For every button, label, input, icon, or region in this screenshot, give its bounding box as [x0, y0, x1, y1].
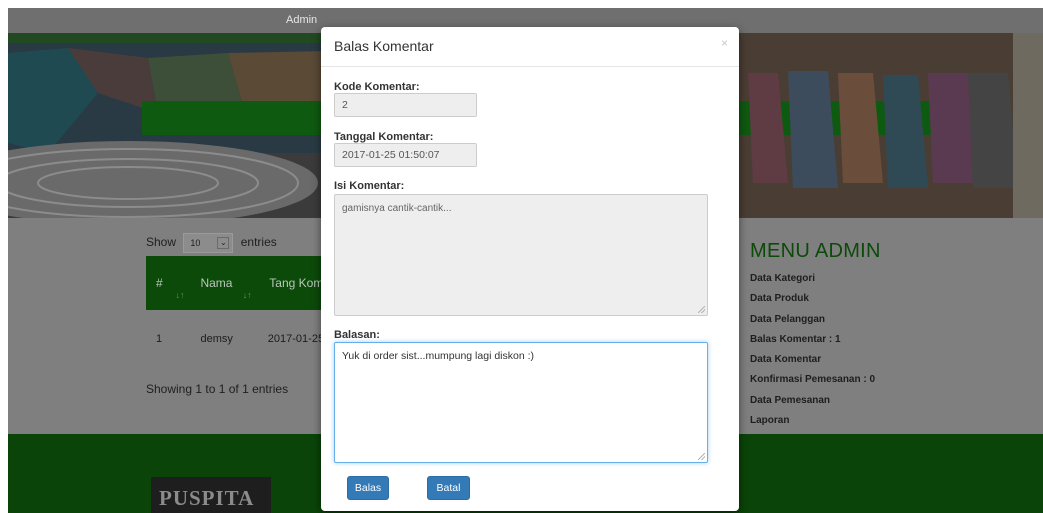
admin-nav-link[interactable]: Admin	[286, 14, 317, 26]
kode-komentar-field[interactable]: 2	[334, 93, 477, 117]
resize-handle-icon[interactable]	[698, 453, 705, 460]
balasan-label: Balasan:	[334, 329, 380, 341]
tanggal-komentar-field[interactable]: 2017-01-25 01:50:07	[334, 143, 477, 167]
column-header-label: Nama	[200, 276, 233, 290]
column-header-tanggal[interactable]: Tang Kome	[257, 256, 330, 310]
admin-menu-title: MENU ADMIN	[750, 240, 881, 262]
admin-menu: MENU ADMIN Data Kategori Data Produk Dat…	[750, 240, 881, 435]
menu-item-data-komentar[interactable]: Data Komentar	[750, 354, 881, 374]
chevron-down-icon: ⌄	[217, 237, 230, 249]
balasan-textarea[interactable]: Yuk di order sist...mumpung lagi diskon …	[334, 342, 708, 463]
comments-table: # ↓↑ Nama ↓↑ Tang Kome 1 demsy 2017-01-2…	[146, 256, 330, 368]
modal-header: Balas Komentar ×	[321, 27, 739, 67]
menu-item-data-pelanggan[interactable]: Data Pelanggan	[750, 314, 881, 334]
cell-tanggal: 2017-01-25 |	[267, 333, 330, 345]
kode-komentar-label: Kode Komentar:	[334, 81, 420, 93]
entries-select-value: 10	[190, 238, 201, 248]
footer-brand-logo: PUSPITA	[151, 477, 271, 513]
kode-komentar-value: 2	[342, 99, 348, 111]
sort-asc-icon: ↓↑	[175, 290, 185, 300]
menu-item-data-pemesanan[interactable]: Data Pemesanan	[750, 395, 881, 415]
menu-item-laporan[interactable]: Laporan	[750, 415, 881, 435]
cell-number: 1	[156, 333, 163, 345]
menu-item-balas-komentar[interactable]: Balas Komentar : 1	[750, 334, 881, 354]
resize-handle-icon[interactable]	[698, 306, 705, 313]
entries-label: entries	[240, 235, 277, 250]
column-header-label: #	[156, 276, 163, 290]
balasan-value: Yuk di order sist...mumpung lagi diskon …	[342, 350, 535, 362]
table-header-row: # ↓↑ Nama ↓↑ Tang Kome	[146, 256, 330, 310]
modal-title: Balas Komentar	[334, 38, 434, 54]
batal-button[interactable]: Batal	[427, 476, 470, 500]
entries-length-control: Show 10 ⌄ entries	[146, 233, 277, 253]
cell-nama: demsy	[200, 333, 233, 345]
table-row: 1 demsy 2017-01-25 |	[146, 310, 330, 368]
isi-komentar-label: Isi Komentar:	[334, 180, 405, 192]
balas-button[interactable]: Balas	[347, 476, 389, 500]
isi-komentar-textarea[interactable]: gamisnya cantik-cantik...	[334, 194, 708, 316]
tanggal-komentar-value: 2017-01-25 01:50:07	[342, 149, 440, 161]
show-label: Show	[146, 235, 177, 250]
menu-item-data-produk[interactable]: Data Produk	[750, 293, 881, 313]
column-header-number[interactable]: # ↓↑	[146, 256, 191, 310]
menu-item-konfirmasi-pemesanan[interactable]: Konfirmasi Pemesanan : 0	[750, 374, 881, 394]
tanggal-komentar-label: Tanggal Komentar:	[334, 131, 434, 143]
table-info: Showing 1 to 1 of 1 entries	[146, 382, 289, 396]
isi-komentar-value: gamisnya cantik-cantik...	[342, 203, 452, 214]
menu-item-data-kategori[interactable]: Data Kategori	[750, 273, 881, 293]
column-header-nama[interactable]: Nama ↓↑	[190, 256, 258, 310]
close-icon[interactable]: ×	[721, 36, 728, 50]
sort-icon: ↓↑	[242, 290, 252, 300]
reply-comment-modal: Balas Komentar × Kode Komentar: 2 Tangga…	[321, 27, 739, 511]
entries-select[interactable]: 10 ⌄	[183, 233, 234, 253]
